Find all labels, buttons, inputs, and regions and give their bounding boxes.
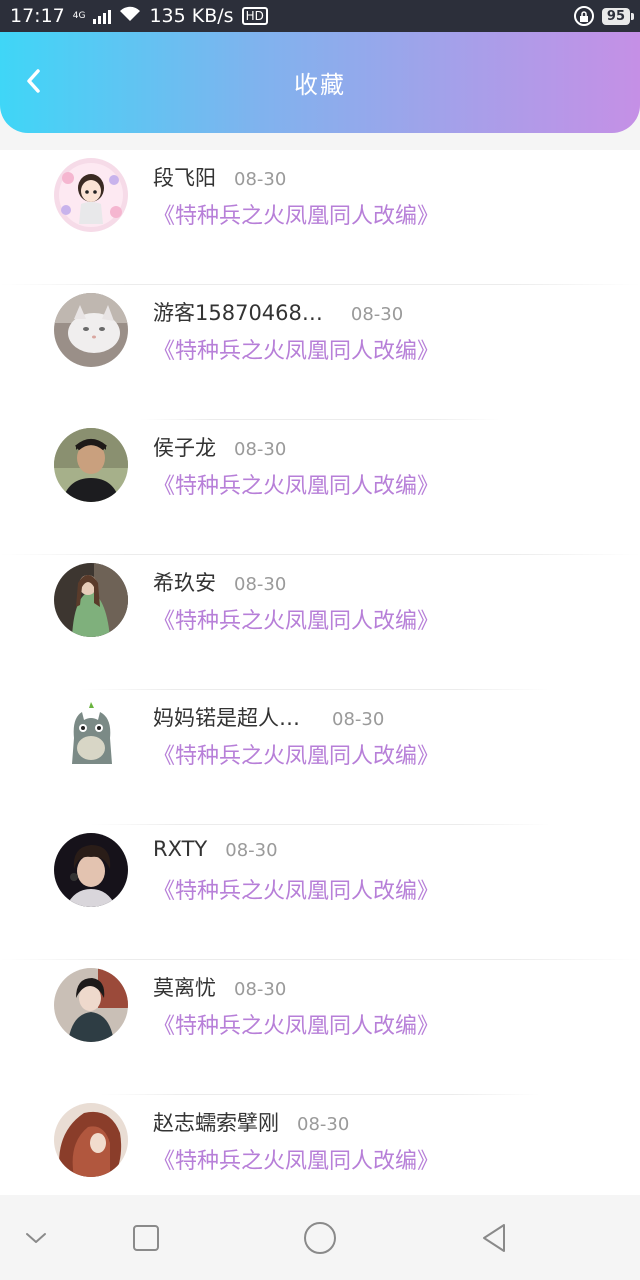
network-speed: 135 KB/s — [149, 5, 234, 27]
item-date: 08-30 — [234, 979, 287, 1000]
list-item[interactable]: 赵志蠕索擘刚 08-30 《特种兵之火凤凰同人改编》 — [0, 1095, 640, 1195]
avatar[interactable] — [54, 1103, 128, 1177]
item-date: 08-30 — [297, 1114, 350, 1135]
collapse-chevron-icon[interactable] — [25, 1231, 47, 1245]
user-name: 段飞阳 — [153, 166, 216, 190]
user-name: 希玖安 — [153, 571, 216, 595]
book-title-link[interactable]: 《特种兵之火凤凰同人改编》 — [153, 333, 439, 365]
recents-square-icon[interactable] — [132, 1224, 160, 1252]
user-name: RXTY — [153, 837, 208, 861]
avatar[interactable] — [54, 158, 128, 232]
book-title-link[interactable]: 《特种兵之火凤凰同人改编》 — [153, 603, 439, 635]
list-item[interactable]: 妈妈锘是超人… 08-30 《特种兵之火凤凰同人改编》 — [0, 690, 640, 825]
list-item[interactable]: 希玖安 08-30 《特种兵之火凤凰同人改编》 — [0, 555, 640, 690]
user-name: 侯子龙 — [153, 436, 216, 460]
book-title-link[interactable]: 《特种兵之火凤凰同人改编》 — [153, 1143, 439, 1175]
item-date: 08-30 — [350, 304, 404, 325]
user-name: 赵志蠕索擘刚 — [153, 1111, 279, 1135]
item-date: 08-30 — [225, 840, 278, 861]
back-button[interactable] — [16, 65, 52, 101]
item-date: 08-30 — [234, 169, 287, 190]
book-title-link[interactable]: 《特种兵之火凤凰同人改编》 — [153, 873, 439, 905]
list-item[interactable]: 侯子龙 08-30 《特种兵之火凤凰同人改编》 — [0, 420, 640, 555]
item-date: 08-30 — [234, 574, 287, 595]
list-item[interactable]: 游客15870468… 08-30 《特种兵之火凤凰同人改编》 — [0, 285, 640, 420]
battery-icon: 95 — [601, 7, 635, 25]
book-title-link[interactable]: 《特种兵之火凤凰同人改编》 — [153, 468, 439, 500]
user-name: 莫离忧 — [153, 976, 216, 1000]
user-name: 妈妈锘是超人… — [153, 706, 300, 730]
book-title-link[interactable]: 《特种兵之火凤凰同人改编》 — [153, 738, 439, 770]
home-circle-icon[interactable] — [303, 1221, 337, 1255]
page-header: 收藏 — [0, 32, 640, 133]
status-time: 17:17 — [10, 5, 65, 27]
avatar[interactable] — [54, 968, 128, 1042]
system-nav-bar — [0, 1195, 640, 1280]
favorites-list: 段飞阳 08-30 《特种兵之火凤凰同人改编》 游客15870468… 08-3… — [0, 150, 640, 1195]
avatar[interactable] — [54, 563, 128, 637]
signal-icon — [93, 8, 112, 24]
chevron-left-icon — [24, 68, 44, 98]
item-date: 08-30 — [332, 709, 385, 730]
back-triangle-icon[interactable] — [480, 1222, 508, 1254]
list-item[interactable]: 莫离忧 08-30 《特种兵之火凤凰同人改编》 — [0, 960, 640, 1095]
avatar[interactable] — [54, 428, 128, 502]
lock-icon — [573, 6, 594, 26]
page-title: 收藏 — [294, 71, 346, 99]
hd-icon: HD — [241, 7, 268, 25]
network-badge: 4G — [72, 10, 86, 21]
avatar[interactable] — [54, 833, 128, 907]
avatar[interactable] — [54, 293, 128, 367]
list-item[interactable]: 段飞阳 08-30 《特种兵之火凤凰同人改编》 — [0, 150, 640, 285]
wifi-icon — [119, 5, 141, 27]
book-title-link[interactable]: 《特种兵之火凤凰同人改编》 — [153, 1008, 439, 1040]
list-item[interactable]: RXTY 08-30 《特种兵之火凤凰同人改编》 — [0, 825, 640, 960]
status-bar: 17:17 4G 135 KB/s HD 95 — [0, 0, 640, 32]
avatar[interactable] — [54, 698, 128, 772]
user-name: 游客15870468… — [153, 301, 323, 325]
book-title-link[interactable]: 《特种兵之火凤凰同人改编》 — [153, 198, 439, 230]
item-date: 08-30 — [234, 439, 287, 460]
